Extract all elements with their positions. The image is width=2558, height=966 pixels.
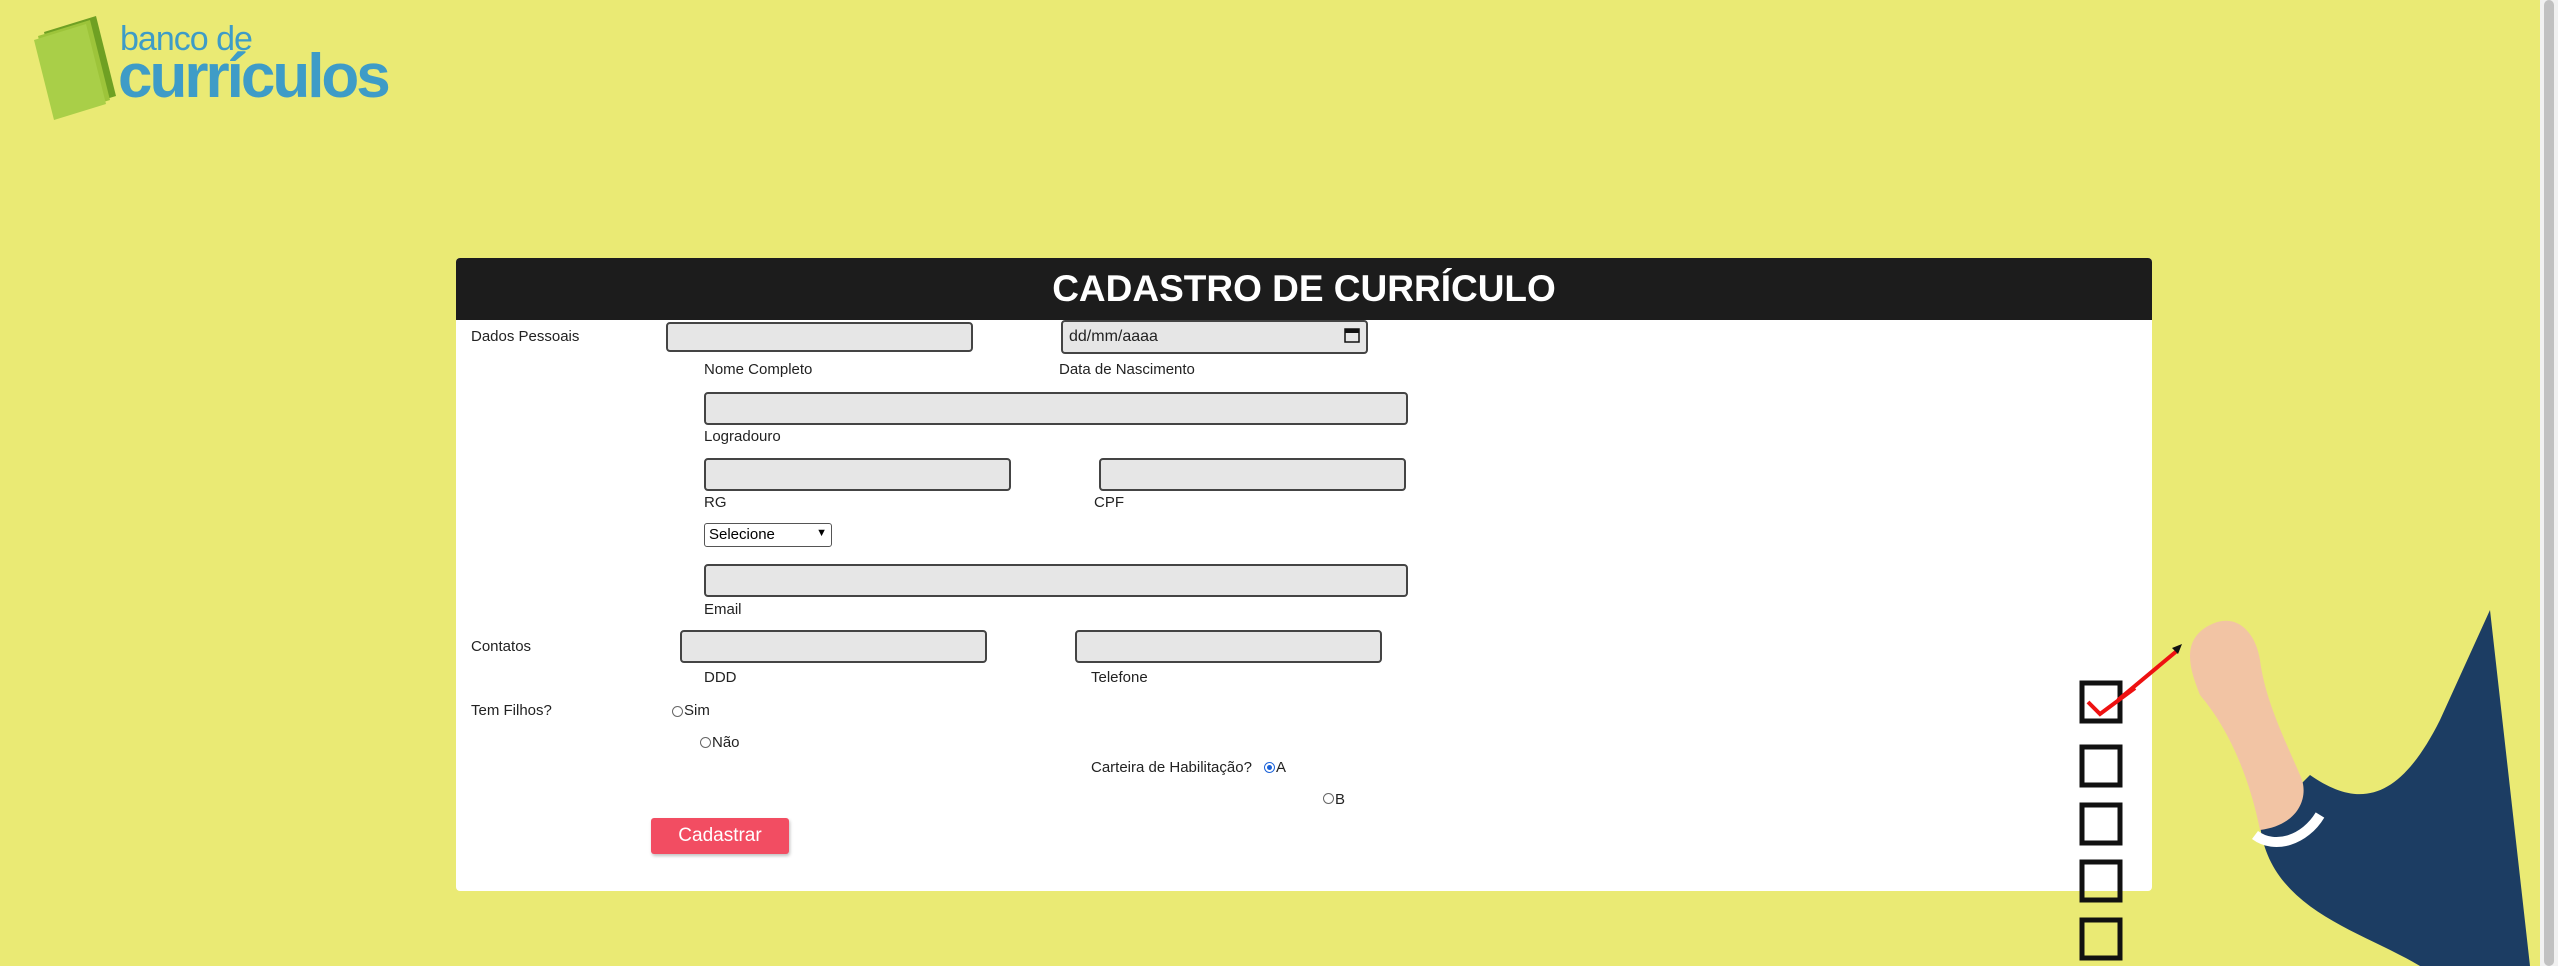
section-personal-label: Dados Pessoais [471,328,580,345]
state-select[interactable]: Selecione ▼ [704,523,832,547]
state-select-value: Selecione [709,526,775,543]
full-name-input[interactable] [666,322,973,352]
license-label: Carteira de Habilitação? [1091,759,1252,776]
phone-input[interactable] [1075,630,1382,663]
license-b-radio[interactable] [1323,793,1334,804]
section-contacts-label: Contatos [471,638,532,655]
children-yes-radio[interactable] [672,706,683,717]
street-input[interactable] [704,392,1408,425]
checkbox-icons [2079,680,2123,961]
birth-date-input[interactable]: dd/mm/aaaa [1061,320,1368,354]
form-title: CADASTRO DE CURRÍCULO [456,258,2152,320]
license-b-label: B [1335,791,1346,808]
form-card: CADASTRO DE CURRÍCULO Dados Pessoais dd/… [456,258,2152,891]
vertical-scrollbar[interactable] [2540,0,2558,966]
email-label: Email [704,601,742,618]
submit-button[interactable]: Cadastrar [651,818,789,854]
chevron-down-icon: ▼ [816,527,827,539]
full-name-label: Nome Completo [704,361,813,378]
logo-books-icon [34,16,116,120]
birth-date-placeholder: dd/mm/aaaa [1069,328,1158,345]
email-input[interactable] [704,564,1408,597]
rg-input[interactable] [704,458,1011,491]
birth-date-label: Data de Nascimento [1059,361,1195,378]
scrollbar-thumb[interactable] [2544,0,2554,966]
checklist-illustration [2079,610,2530,966]
logo-text-line2: currículos [118,42,391,111]
street-label: Logradouro [704,428,781,445]
cpf-input[interactable] [1099,458,1406,491]
logo: banco de currículos [34,12,391,122]
children-yes-label: Sim [684,702,710,719]
ddd-input[interactable] [680,630,987,663]
pen-icon [2116,648,2180,702]
hand-shape [2190,620,2304,830]
children-no-radio[interactable] [700,737,711,748]
ddd-label: DDD [704,669,737,686]
section-children-label: Tem Filhos? [471,702,552,719]
phone-label: Telefone [1091,669,1148,686]
children-no-label: Não [712,734,740,751]
license-a-radio[interactable] [1264,762,1275,773]
cpf-label: CPF [1094,494,1124,511]
rg-label: RG [704,494,727,511]
calendar-icon[interactable] [1344,327,1360,343]
license-a-label: A [1276,759,1287,776]
